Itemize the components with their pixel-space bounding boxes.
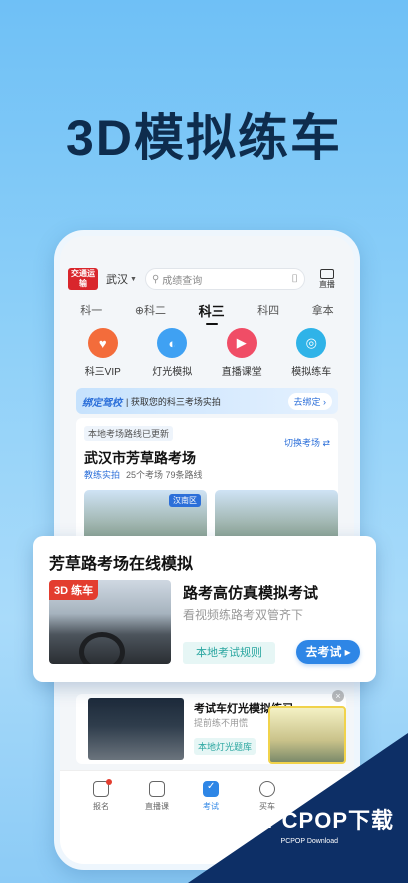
feature-label: 直播课堂 <box>221 367 262 378</box>
heart-shield-icon: ♥ <box>87 328 118 358</box>
coach-footage-tag: 教练实拍 <box>84 470 121 480</box>
bind-school-banner[interactable]: 绑定驾校 | 获取您的科三考场实拍 去绑定 › <box>76 388 338 414</box>
update-notice: 本地考场路线已更新 <box>84 426 174 441</box>
bind-desc: | 获取您的科三考场实拍 <box>126 396 221 407</box>
camera-icon[interactable]: ⌷ <box>291 273 298 286</box>
area-badge: 汉南区 <box>169 494 201 507</box>
feature-label: 模拟练车 <box>291 367 332 378</box>
watermark: PCPOP下载 PCPOP Download <box>188 733 408 883</box>
nav-live-class[interactable]: 直播课 <box>132 781 182 812</box>
notification-dot <box>106 779 112 785</box>
bind-tag: 绑定驾校 <box>82 397 122 409</box>
live-class-icon <box>149 781 165 797</box>
steering-wheel-icon <box>79 632 125 664</box>
search-input[interactable]: ⚲ 成绩查询 ⌷ <box>144 268 305 290</box>
take-exam-button[interactable]: 去考试 ▸ <box>296 640 360 664</box>
tab-subject-4[interactable]: 科四 <box>257 302 279 318</box>
headlight-icon: ◐ <box>157 328 188 358</box>
watermark-logo-icon <box>231 807 262 837</box>
tab-get-license[interactable]: 拿本 <box>312 302 334 318</box>
tv-icon: ▶ <box>226 328 257 358</box>
feature-light-sim[interactable]: ◐ 灯光模拟 <box>141 328 203 378</box>
close-icon[interactable]: × <box>332 690 344 702</box>
search-placeholder: 成绩查询 <box>162 275 203 287</box>
steering-wheel-icon: ◎ <box>296 328 327 358</box>
subject-tabs: 科一 ⊕科二 科三 科四 拿本 <box>60 298 354 325</box>
feature-row: ♥ 科三VIP ◐ 灯光模拟 ▶ 直播课堂 ◎ 模拟练车 <box>60 328 354 378</box>
tab-subject-3[interactable]: 科三 <box>199 301 225 325</box>
feature-label: 灯光模拟 <box>152 367 193 378</box>
watermark-brand: PCPOP下载 <box>231 803 394 837</box>
watermark-sub: PCPOP Download <box>280 838 338 845</box>
sim-card-title: 芳草路考场在线模拟 <box>49 556 194 573</box>
tv-icon <box>319 269 334 279</box>
feature-live-class[interactable]: ▶ 直播课堂 <box>211 328 273 378</box>
live-label: 直播 <box>318 280 335 289</box>
site-count: 25个考场 79条路线 <box>126 470 203 480</box>
app-logo: 交通运输 <box>68 268 98 290</box>
exam-site-name: 武汉市芳草路考场 <box>84 450 196 466</box>
tab-subject-1[interactable]: 科一 <box>80 302 102 318</box>
feature-label: 科三VIP <box>84 367 121 378</box>
online-sim-card: 芳草路考场在线模拟 3D 练车 路考高仿真模拟考试 看视频练路考双管齐下 本地考… <box>33 536 376 682</box>
search-icon: ⚲ <box>151 273 160 285</box>
city-selector[interactable]: 武汉 ▼ <box>106 271 137 287</box>
local-rules-button[interactable]: 本地考试规则 <box>183 642 275 664</box>
3d-badge: 3D 练车 <box>49 580 99 600</box>
caret-down-icon: ▼ <box>130 275 137 283</box>
sim-subheading: 看视频练路考双管齐下 <box>183 608 304 622</box>
tab-subject-2[interactable]: ⊕科二 <box>135 302 166 318</box>
nav-signup[interactable]: 报名 <box>76 779 126 812</box>
feature-sim-drive[interactable]: ◎ 模拟练车 <box>280 328 342 378</box>
dashboard-image <box>88 698 184 760</box>
sim-heading: 路考高仿真模拟考试 <box>183 585 319 602</box>
nav-label: 直播课 <box>145 802 169 811</box>
city-label: 武汉 <box>106 274 128 286</box>
top-bar: 交通运输 武汉 ▼ ⚲ 成绩查询 ⌷ 直播 <box>68 266 346 292</box>
feature-vip[interactable]: ♥ 科三VIP <box>72 328 134 378</box>
nav-label: 报名 <box>93 802 109 811</box>
bind-button[interactable]: 去绑定 › <box>287 392 332 410</box>
switch-site-button[interactable]: 切换考场 ⇄ <box>284 436 330 449</box>
sim-preview-image[interactable]: 3D 练车 <box>49 580 171 664</box>
exam-site-meta: 教练实拍 25个考场 79条路线 <box>84 468 203 481</box>
light-desc: 提前练不用慌 <box>194 718 249 728</box>
live-button[interactable]: 直播 <box>319 269 335 289</box>
headline: 3D模拟练车 <box>66 110 342 166</box>
